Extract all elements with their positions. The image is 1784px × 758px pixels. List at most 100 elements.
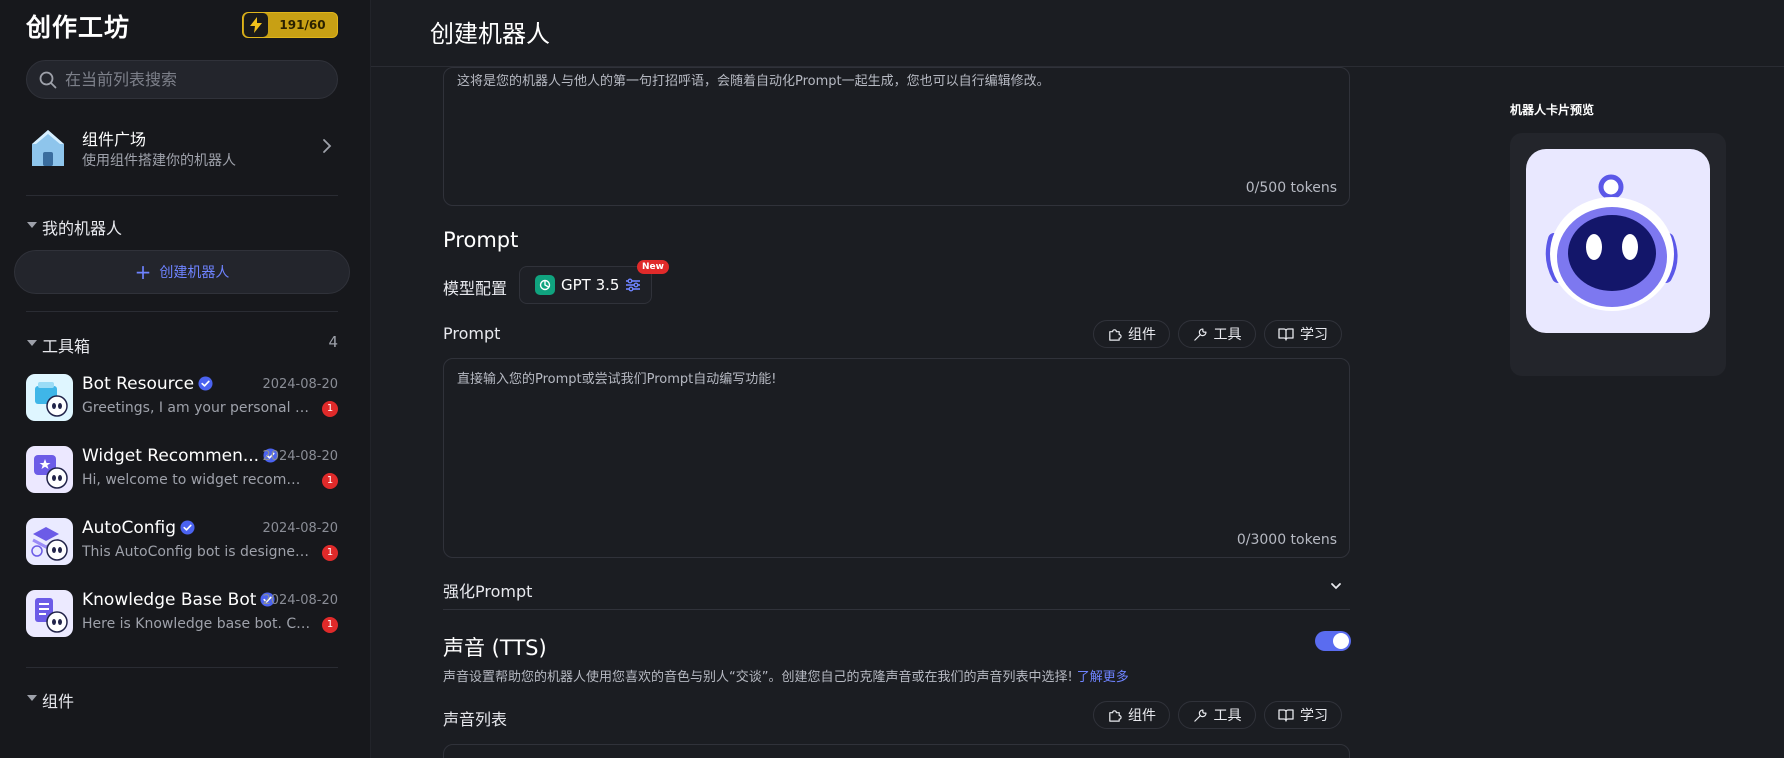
chevron-right-icon [323,139,332,153]
enhance-prompt-toggle[interactable]: 强化Prompt [443,570,1350,610]
puzzle-icon [1109,328,1122,341]
openai-icon [535,275,555,295]
model-config-label: 模型配置 [443,279,508,298]
prompt-textarea[interactable]: 直接输入您的Prompt或尝试我们Prompt自动编写功能! 0/3000 to… [443,358,1350,558]
bot-message-preview: Greetings, I am your personal bot... [82,400,314,416]
learn-button[interactable]: 学习 [1264,701,1342,729]
learn-button-label: 学习 [1300,327,1328,343]
learn-button[interactable]: 学习 [1264,320,1342,348]
my-bots-section-toggle[interactable]: 我的机器人 [26,215,338,238]
caret-down-icon [27,222,37,228]
bot-message-preview: This AutoConfig bot is designed t... [82,544,314,560]
model-select-button[interactable]: GPT 3.5 [519,266,652,304]
toolbox-section-toggle[interactable]: 工具箱 4 [26,333,338,356]
verified-icon [180,520,195,535]
robot-avatar-icon [1526,149,1710,333]
learn-more-link[interactable]: 了解更多 [1077,670,1129,685]
unread-badge: 1 [322,473,338,489]
widget-plaza-subtitle: 使用组件搭建你的机器人 [82,153,236,169]
bot-avatar [26,446,73,493]
tts-heading: 声音 (TTS) [443,636,547,660]
voice-list-box[interactable] [443,744,1350,758]
bot-list-item[interactable]: AutoConfig 2024-08-20 This AutoConfig bo… [26,517,338,567]
tool-button-label: 工具 [1213,708,1242,724]
bot-date: 2024-08-20 [262,377,338,392]
caret-down-icon [27,340,37,346]
credit-badge[interactable]: 191/60 [242,12,338,38]
wrench-icon [1193,327,1207,341]
greeting-token-count: 0/500 tokens [1245,180,1337,196]
book-icon [1278,709,1294,722]
puzzle-icon [1109,709,1122,722]
sidebar: 创作工坊 191/60 组件广场 使用组件搭建你的机器人 我的机器人 [0,0,371,758]
wrench-icon [1193,708,1207,722]
unread-badge: 1 [322,401,338,417]
bot-date: 2024-08-20 [262,593,338,608]
widget-button[interactable]: 组件 [1093,701,1170,729]
bot-list-item[interactable]: Widget Recommen... 2024-08-20 Hi, welcom… [26,445,338,495]
book-icon [1278,328,1294,341]
preview-label: 机器人卡片预览 [1510,103,1595,117]
unread-badge: 1 [322,617,338,633]
tts-description: 声音设置帮助您的机器人使用您喜欢的音色与别人“交谈”。创建您自己的克隆声音或在我… [443,670,1129,685]
bot-avatar [26,518,73,565]
create-bot-button[interactable]: + 创建机器人 [14,250,350,294]
brand-title: 创作工坊 [26,13,131,42]
bot-name: Knowledge Base Bot [82,590,275,610]
lightning-icon [244,13,268,37]
prompt-token-count: 0/3000 tokens [1236,532,1337,548]
create-bot-label: 创建机器人 [159,265,230,281]
chevron-down-icon [1331,583,1341,590]
model-name: GPT 3.5 [561,276,620,294]
bot-list-item[interactable]: Knowledge Base Bot 2024-08-20 Here is Kn… [26,589,338,639]
page-title: 创建机器人 [430,20,550,48]
bot-list-item[interactable]: Bot Resource 2024-08-20 Greetings, I am … [26,373,338,423]
voice-list-label: 声音列表 [443,710,508,729]
page-header: 创建机器人 [371,0,1784,67]
verified-icon [198,376,213,391]
divider [26,311,338,312]
toolbox-count: 4 [328,333,338,351]
enhance-prompt-label: 强化Prompt [443,582,533,601]
bot-date: 2024-08-20 [262,521,338,536]
prompt-heading: Prompt [443,228,519,252]
widget-plaza-title: 组件广场 [82,130,147,149]
widgets-label: 组件 [42,692,75,711]
brand-row: 创作工坊 191/60 [26,8,338,44]
bot-name: Widget Recommen... [82,446,278,466]
bot-avatar [26,374,73,421]
prompt-label: Prompt [443,324,501,343]
tool-button-label: 工具 [1213,327,1242,343]
toolbox-label: 工具箱 [42,337,91,356]
tool-button[interactable]: 工具 [1178,320,1256,348]
tool-button[interactable]: 工具 [1178,701,1256,729]
bot-message-preview: Hi, welcome to widget recomme... [82,472,314,488]
bot-name: Bot Resource [82,374,213,394]
learn-button-label: 学习 [1300,708,1328,724]
widget-button[interactable]: 组件 [1093,320,1170,348]
greeting-textarea[interactable]: 这将是您的机器人与他人的第一句打招呼语，会随着自动化Prompt一起生成，您也可… [443,67,1350,206]
new-tag: New [637,260,669,274]
credit-count: 191/60 [279,18,326,32]
widget-button-label: 组件 [1128,327,1156,343]
widget-button-label: 组件 [1128,708,1156,724]
caret-down-icon [27,695,37,701]
bot-name: AutoConfig [82,518,195,538]
divider [26,195,338,196]
widget-plaza-link[interactable]: 组件广场 使用组件搭建你的机器人 [26,120,338,176]
bot-card-preview [1510,133,1726,376]
search-input[interactable] [65,70,325,89]
tts-toggle[interactable] [1315,631,1351,651]
my-bots-label: 我的机器人 [42,219,123,238]
divider [26,667,338,668]
plus-icon: + [134,260,152,284]
house-icon [32,130,64,166]
bot-message-preview: Here is Knowledge base bot. Clic... [82,616,314,632]
greeting-hint: 这将是您的机器人与他人的第一句打招呼语，会随着自动化Prompt一起生成，您也可… [457,74,1050,89]
search-box[interactable] [26,60,338,99]
sliders-icon [626,278,641,292]
widgets-section-toggle[interactable]: 组件 [26,688,338,711]
prompt-placeholder: 直接输入您的Prompt或尝试我们Prompt自动编写功能! [457,372,777,387]
search-icon [39,71,57,88]
bot-date: 2024-08-20 [262,449,338,464]
